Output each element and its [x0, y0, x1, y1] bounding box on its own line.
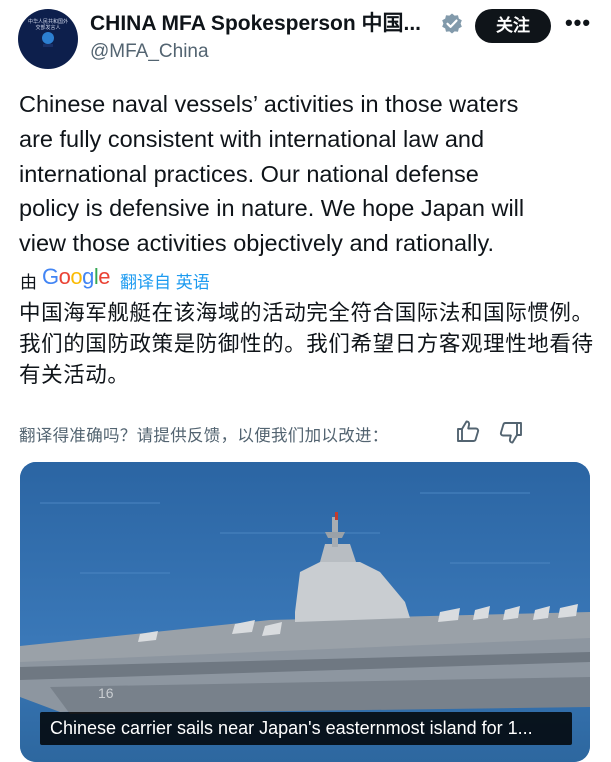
video-caption: Chinese carrier sails near Japan's easte… — [40, 712, 572, 745]
more-options-icon[interactable]: ••• — [563, 12, 593, 38]
avatar[interactable]: 中华人民共和国外交部发言人 — [18, 9, 78, 69]
thumbs-up-icon[interactable] — [455, 418, 481, 444]
hull-number: 16 — [98, 685, 114, 701]
translation-feedback: 翻译得准确吗？请提供反馈，以便我们加以改进： — [19, 418, 599, 448]
author-handle[interactable]: @MFA_China — [90, 40, 209, 64]
translated-from-link[interactable]: 翻译自 英语 — [120, 268, 210, 293]
translation-attribution: 由 Google 翻译自 英语 — [20, 264, 420, 292]
google-letter: g — [82, 264, 94, 289]
google-logo: Google — [42, 264, 111, 290]
google-letter: e — [98, 264, 111, 289]
tweet-text: Chinese naval vessels’ activities in tho… — [19, 91, 525, 257]
feedback-prompt: 翻译得准确吗？请提供反馈，以便我们加以改进： — [19, 427, 389, 445]
verified-badge-icon — [442, 13, 462, 34]
emblem-icon — [42, 32, 54, 47]
thumbs-down-icon[interactable] — [498, 420, 524, 446]
by-label: 由 — [20, 273, 37, 292]
google-letter: G — [42, 264, 59, 289]
google-letter: o — [58, 264, 71, 289]
translated-text: 中国海军舰艇在该海域的活动完全符合国际法和国际惯例。我们的国防政策是防御性的。我… — [19, 301, 594, 387]
author-name[interactable]: CHINA MFA Spokesperson 中国... — [90, 11, 430, 37]
tweet-header: 中华人民共和国外交部发言人 CHINA MFA Spokesperson 中国.… — [0, 0, 611, 80]
google-letter: o — [70, 264, 83, 289]
follow-button[interactable]: 关注 — [475, 9, 551, 43]
